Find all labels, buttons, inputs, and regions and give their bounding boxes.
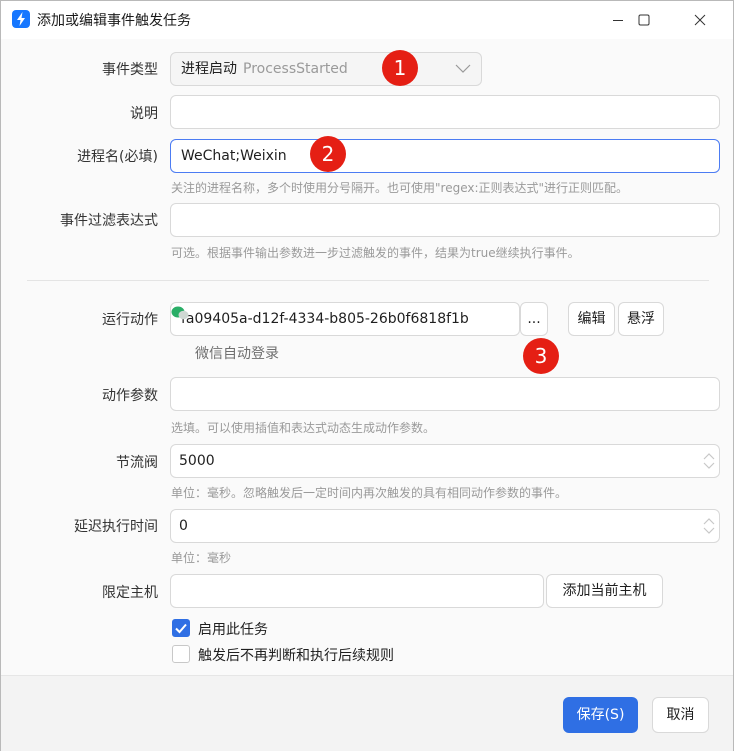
close-icon (694, 14, 706, 26)
delay-value: 0 (179, 518, 188, 534)
run-action-label: 运行动作 (102, 312, 158, 328)
action-params-label: 动作参数 (102, 388, 158, 404)
title-bar: 添加或编辑事件触发任务 (1, 1, 733, 39)
section-divider (27, 280, 709, 281)
host-input[interactable] (170, 574, 544, 608)
host-label: 限定主机 (102, 585, 158, 601)
delay-label: 延迟执行时间 (74, 519, 158, 535)
event-filter-hint: 可选。根据事件输出参数进一步过滤触发的事件，结果为true继续执行事件。 (171, 246, 580, 260)
check-icon (175, 623, 187, 634)
enable-task-label: 启用此任务 (198, 622, 268, 638)
dialog-window: 添加或编辑事件触发任务 事件类型 进程启动 ProcessStarted 说明 进… (0, 0, 734, 751)
event-type-value: 进程启动 (181, 61, 237, 77)
enable-task-checkbox[interactable] (172, 619, 190, 637)
description-label: 说明 (130, 106, 158, 122)
close-button[interactable] (677, 1, 723, 39)
spinner-icon[interactable] (703, 517, 715, 535)
browse-action-button[interactable]: ... (520, 302, 548, 336)
float-action-button[interactable]: 悬浮 (618, 302, 664, 336)
event-type-subvalue: ProcessStarted (243, 61, 348, 77)
edit-action-button[interactable]: 编辑 (568, 302, 615, 336)
action-name-text: 微信自动登录 (195, 346, 279, 362)
event-filter-input[interactable] (170, 203, 720, 237)
spinner-icon[interactable] (703, 452, 715, 470)
stop-after-label: 触发后不再判断和执行后续规则 (198, 648, 394, 664)
badge-3: 3 (523, 338, 559, 374)
save-button[interactable]: 保存(S) (563, 697, 638, 733)
throttle-hint: 单位：毫秒。忽略触发后一定时间内再次触发的具有相同动作参数的事件。 (171, 486, 568, 500)
form-area: 事件类型 进程启动 ProcessStarted 说明 进程名(必填) WeCha… (1, 39, 733, 675)
run-action-input[interactable]: fa09405a-d12f-4334-b805-26b0f6818f1b (170, 302, 520, 336)
process-name-hint: 关注的进程名称，多个时使用分号隔开。也可使用"regex:正则表达式"进行正则匹… (171, 181, 629, 195)
stop-after-checkbox[interactable] (172, 645, 190, 663)
maximize-button[interactable] (621, 1, 667, 39)
throttle-value: 5000 (179, 453, 215, 469)
cancel-button[interactable]: 取消 (652, 697, 709, 733)
throttle-label: 节流阀 (116, 455, 158, 471)
app-icon (12, 10, 30, 28)
chevron-down-icon (455, 64, 471, 73)
window-title: 添加或编辑事件触发任务 (37, 13, 191, 29)
badge-2: 2 (310, 136, 346, 172)
process-name-label: 进程名(必填) (77, 149, 158, 165)
maximize-icon (638, 14, 650, 26)
dialog-footer: 保存(S) 取消 (1, 675, 733, 751)
delay-hint: 单位：毫秒 (171, 551, 232, 565)
throttle-input[interactable]: 5000 (170, 444, 720, 478)
action-params-input[interactable] (170, 377, 720, 411)
description-input[interactable] (170, 95, 720, 129)
delay-input[interactable]: 0 (170, 509, 720, 543)
add-current-host-button[interactable]: 添加当前主机 (546, 574, 663, 608)
wechat-icon (171, 306, 189, 320)
process-name-input[interactable]: WeChat;Weixin (170, 139, 720, 173)
event-type-label: 事件类型 (102, 62, 158, 78)
event-filter-label: 事件过滤表达式 (60, 213, 158, 229)
action-params-hint: 选填。可以使用插值和表达式动态生成动作参数。 (171, 421, 436, 435)
event-type-select[interactable]: 进程启动 ProcessStarted (170, 52, 482, 86)
badge-1: 1 (382, 50, 418, 86)
